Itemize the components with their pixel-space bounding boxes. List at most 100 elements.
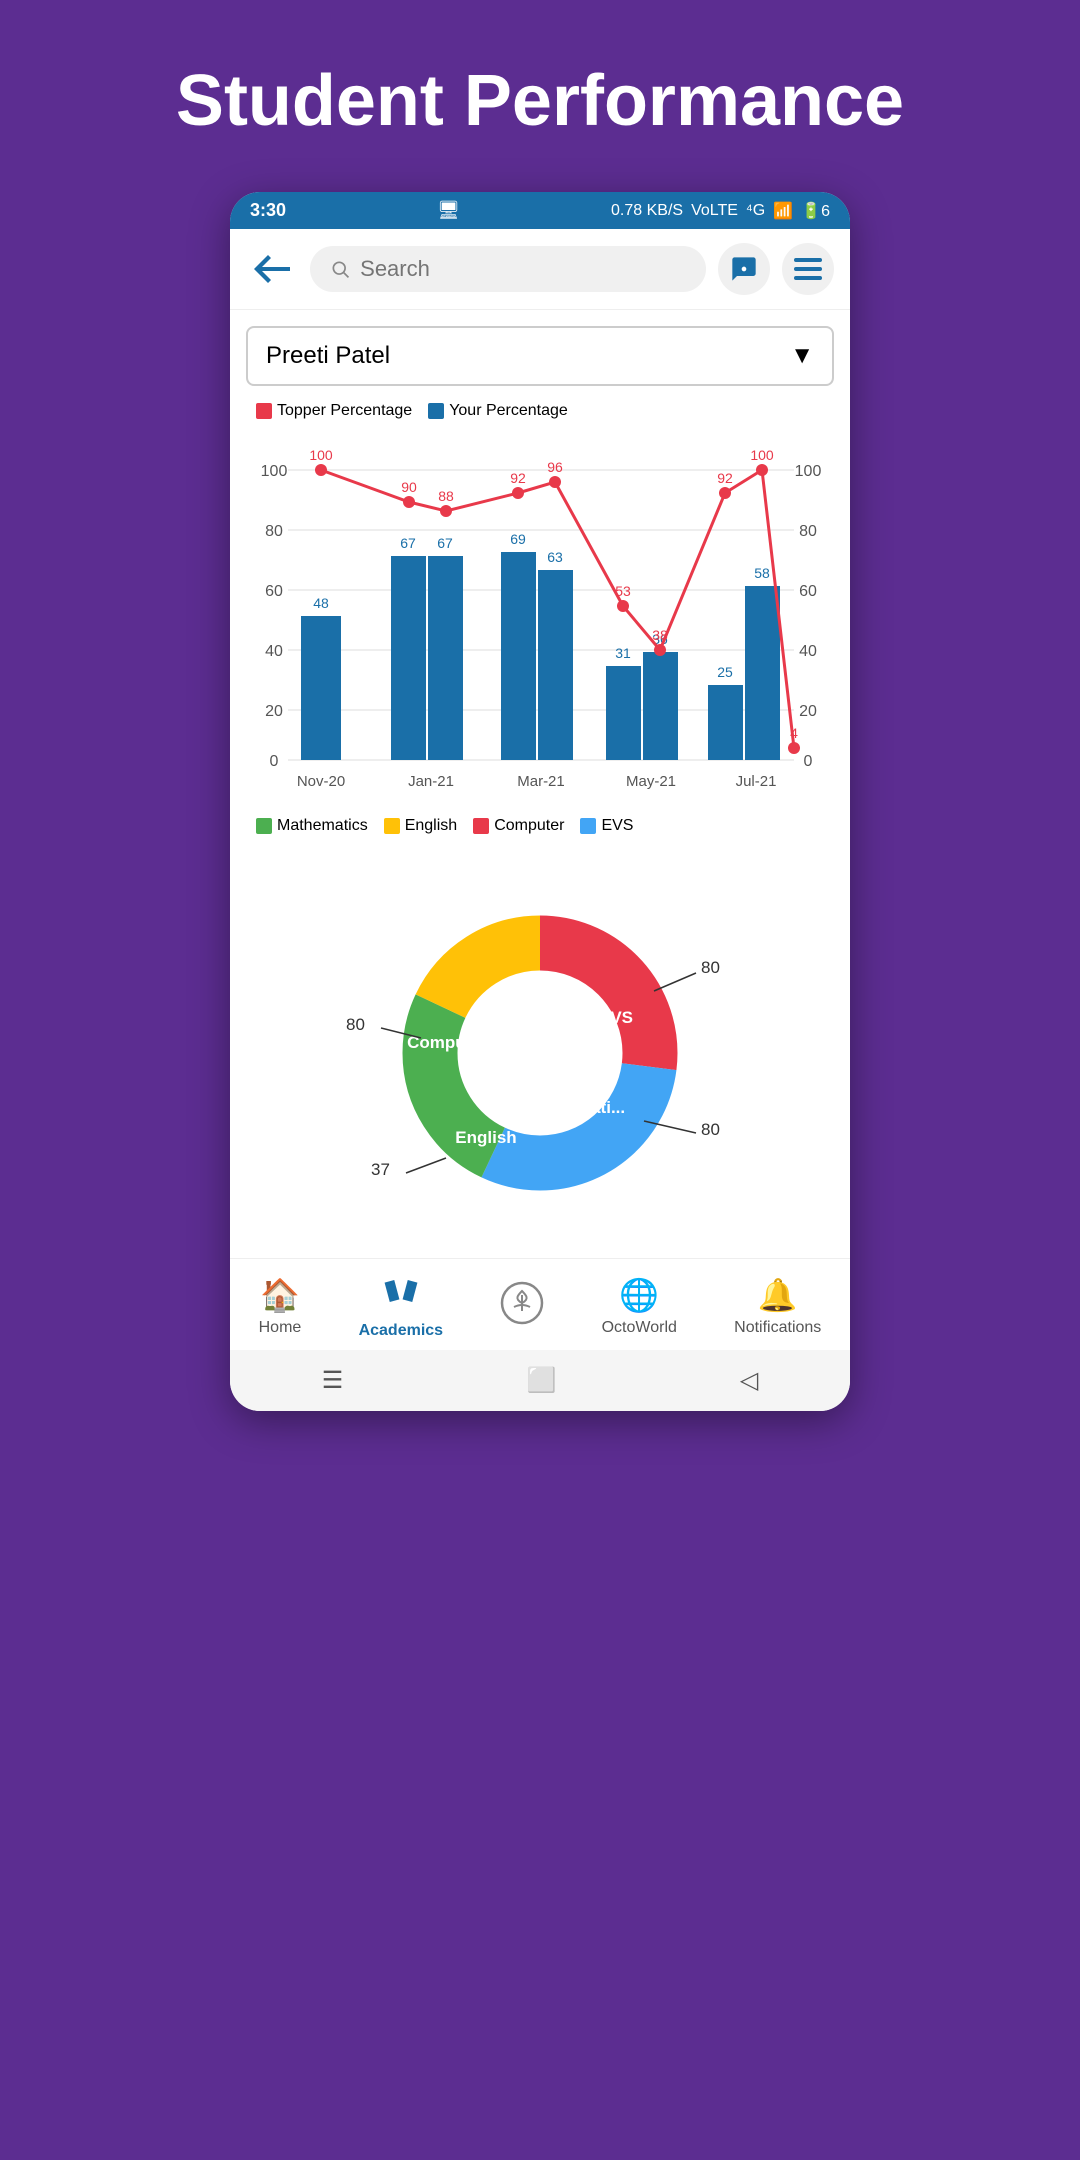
svg-text:20: 20 bbox=[799, 703, 817, 720]
legend-topper: Topper Percentage bbox=[256, 402, 412, 420]
status-voip: VoLTE bbox=[691, 202, 738, 220]
phone-frame: 3:30 🖥 0.78 KB/S VoLTE ⁴G 📶 🔋6 bbox=[230, 192, 850, 1411]
nav-academics[interactable]: Academics bbox=[359, 1273, 444, 1340]
svg-text:Mathemati...: Mathemati... bbox=[527, 1098, 625, 1117]
svg-text:25: 25 bbox=[717, 664, 733, 680]
home-icon: 🏠 bbox=[260, 1276, 300, 1314]
legend-english: English bbox=[384, 817, 457, 835]
academics-icon bbox=[383, 1273, 419, 1317]
chart-legend: Topper Percentage Your Percentage bbox=[246, 402, 834, 420]
svg-text:80: 80 bbox=[799, 523, 817, 540]
svg-text:100: 100 bbox=[309, 447, 333, 463]
svg-text:69: 69 bbox=[510, 531, 526, 547]
svg-text:100: 100 bbox=[261, 463, 288, 480]
svg-text:96: 96 bbox=[547, 459, 563, 475]
math-label: Mathematics bbox=[277, 817, 368, 835]
svg-text:4: 4 bbox=[790, 725, 798, 741]
yours-dot bbox=[428, 403, 444, 419]
student-name: Preeti Patel bbox=[266, 342, 390, 370]
donut-chart-area: EVS Mathemati... English Compute... 80 8… bbox=[230, 853, 850, 1258]
back-button[interactable] bbox=[246, 243, 298, 295]
svg-text:40: 40 bbox=[265, 643, 283, 660]
svg-text:100: 100 bbox=[795, 463, 822, 480]
svg-text:63: 63 bbox=[547, 549, 563, 565]
svg-text:Nov-20: Nov-20 bbox=[297, 773, 345, 790]
computer-label: Computer bbox=[494, 817, 564, 835]
svg-text:58: 58 bbox=[754, 565, 770, 581]
chat-button[interactable] bbox=[718, 243, 770, 295]
subject-legend: Mathematics English Computer EVS bbox=[246, 817, 834, 835]
topper-label: Topper Percentage bbox=[277, 402, 412, 420]
hamburger-btn[interactable]: ☰ bbox=[322, 1366, 344, 1395]
notifications-label: Notifications bbox=[734, 1319, 821, 1337]
yours-label: Your Percentage bbox=[449, 402, 568, 420]
octoworld-icon: 🌐 bbox=[619, 1276, 659, 1314]
dropdown-icon: ▼ bbox=[790, 342, 814, 370]
status-time: 3:30 bbox=[250, 200, 286, 221]
system-nav: ☰ ⬜ ◁ bbox=[230, 1350, 850, 1411]
svg-text:37: 37 bbox=[371, 1160, 390, 1179]
svg-text:60: 60 bbox=[265, 583, 283, 600]
svg-text:60: 60 bbox=[799, 583, 817, 600]
svg-text:EVS: EVS bbox=[599, 1008, 633, 1027]
nav-notifications[interactable]: 🔔 Notifications bbox=[734, 1276, 821, 1337]
svg-text:Jul-21: Jul-21 bbox=[736, 773, 777, 790]
svg-text:Mar-21: Mar-21 bbox=[517, 773, 565, 790]
status-right: 0.78 KB/S VoLTE ⁴G 📶 🔋6 bbox=[611, 201, 830, 221]
svg-text:92: 92 bbox=[510, 470, 526, 486]
svg-text:40: 40 bbox=[799, 643, 817, 660]
svg-text:80: 80 bbox=[265, 523, 283, 540]
nav-center[interactable] bbox=[500, 1281, 544, 1333]
nav-home[interactable]: 🏠 Home bbox=[259, 1276, 302, 1337]
svg-text:80: 80 bbox=[701, 1120, 720, 1139]
status-icon-screen: 🖥 bbox=[437, 200, 460, 221]
legend-evs: EVS bbox=[580, 817, 633, 835]
topper-dot bbox=[256, 403, 272, 419]
svg-text:67: 67 bbox=[400, 535, 416, 551]
evs-label: EVS bbox=[601, 817, 633, 835]
bottom-nav: 🏠 Home Academics 🌐 bbox=[230, 1258, 850, 1350]
status-signal: 📶 bbox=[773, 201, 793, 221]
legend-math: Mathematics bbox=[256, 817, 368, 835]
search-input[interactable] bbox=[360, 256, 686, 282]
back-sys-btn[interactable]: ◁ bbox=[740, 1366, 758, 1395]
svg-text:67: 67 bbox=[437, 535, 453, 551]
search-bar[interactable] bbox=[310, 246, 706, 292]
svg-text:May-21: May-21 bbox=[626, 773, 676, 790]
svg-text:80: 80 bbox=[346, 1015, 365, 1034]
center-icon bbox=[500, 1281, 544, 1333]
svg-text:90: 90 bbox=[401, 479, 417, 495]
menu-button[interactable] bbox=[782, 243, 834, 295]
status-bar: 3:30 🖥 0.78 KB/S VoLTE ⁴G 📶 🔋6 bbox=[230, 192, 850, 229]
svg-text:Jan-21: Jan-21 bbox=[408, 773, 454, 790]
square-btn[interactable]: ⬜ bbox=[527, 1366, 557, 1395]
svg-text:Compute...: Compute... bbox=[407, 1033, 495, 1052]
svg-text:53: 53 bbox=[615, 583, 631, 599]
svg-text:100: 100 bbox=[750, 447, 774, 463]
svg-text:31: 31 bbox=[615, 645, 631, 661]
bell-icon: 🔔 bbox=[758, 1276, 798, 1314]
svg-text:0: 0 bbox=[270, 753, 279, 770]
svg-text:48: 48 bbox=[313, 595, 329, 611]
bar-chart-area: Topper Percentage Your Percentage 100 80… bbox=[230, 402, 850, 853]
donut-chart: EVS Mathemati... English Compute... 80 8… bbox=[246, 873, 834, 1233]
top-bar bbox=[230, 229, 850, 310]
svg-text:English: English bbox=[455, 1128, 516, 1147]
status-speed: 0.78 KB/S bbox=[611, 202, 683, 220]
svg-text:20: 20 bbox=[265, 703, 283, 720]
legend-yours: Your Percentage bbox=[428, 402, 568, 420]
page-title: Student Performance bbox=[0, 0, 1080, 192]
student-selector[interactable]: Preeti Patel ▼ bbox=[246, 326, 834, 386]
bar-line-chart: 100 80 60 40 20 0 100 80 60 40 20 0 48 bbox=[246, 428, 834, 808]
svg-text:92: 92 bbox=[717, 470, 733, 486]
octoworld-label: OctoWorld bbox=[602, 1319, 677, 1337]
legend-computer: Computer bbox=[473, 817, 564, 835]
svg-text:80: 80 bbox=[701, 958, 720, 977]
status-4g: ⁴G bbox=[746, 202, 765, 220]
svg-text:38: 38 bbox=[652, 627, 668, 643]
home-label: Home bbox=[259, 1319, 302, 1337]
svg-text:0: 0 bbox=[804, 753, 813, 770]
nav-octoworld[interactable]: 🌐 OctoWorld bbox=[602, 1276, 677, 1337]
status-battery: 🔋6 bbox=[801, 201, 830, 221]
academics-label: Academics bbox=[359, 1322, 444, 1340]
